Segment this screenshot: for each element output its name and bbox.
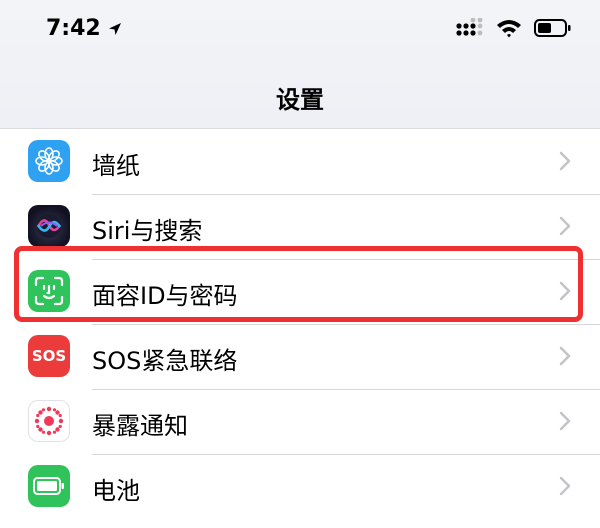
battery-settings-icon xyxy=(28,465,70,507)
settings-row-battery[interactable]: 电池 xyxy=(0,455,600,520)
chevron-right-icon xyxy=(559,346,571,366)
settings-list: 墙纸 Siri与搜索 面容ID与密码 SOS SOS紧急联络 暴露通知 电池 xyxy=(0,130,600,528)
battery-icon xyxy=(534,19,571,37)
wifi-icon xyxy=(497,20,521,38)
sos-icon: SOS xyxy=(28,335,70,377)
status-time: 7:42 xyxy=(46,16,123,41)
chevron-right-icon xyxy=(559,216,571,236)
chevron-right-icon xyxy=(559,411,571,431)
chevron-right-icon xyxy=(559,476,571,496)
page-title: 设置 xyxy=(276,86,324,114)
settings-row-emergency-sos[interactable]: SOS SOS紧急联络 xyxy=(0,325,600,390)
cellular-signal-icon xyxy=(456,18,483,36)
navigation-bar: 7:42 设置 xyxy=(0,0,600,129)
settings-row-label: 暴露通知 xyxy=(92,412,188,440)
siri-icon xyxy=(28,205,70,247)
exposure-notification-icon xyxy=(28,400,70,442)
sos-icon-text: SOS xyxy=(31,347,67,365)
settings-row-label: 电池 xyxy=(92,477,140,505)
location-arrow-icon xyxy=(108,22,121,35)
settings-row-exposure-notifications[interactable]: 暴露通知 xyxy=(0,390,600,455)
wallpaper-icon xyxy=(28,140,70,182)
settings-row-label: SOS紧急联络 xyxy=(92,347,238,375)
status-icons xyxy=(456,18,572,38)
highlight-annotation-box xyxy=(14,246,583,322)
settings-row-label: Siri与搜索 xyxy=(92,217,203,245)
chevron-right-icon xyxy=(559,151,571,171)
settings-row-wallpaper[interactable]: 墙纸 xyxy=(0,130,600,195)
status-time-text: 7:42 xyxy=(46,16,101,41)
settings-row-label: 墙纸 xyxy=(92,152,140,180)
